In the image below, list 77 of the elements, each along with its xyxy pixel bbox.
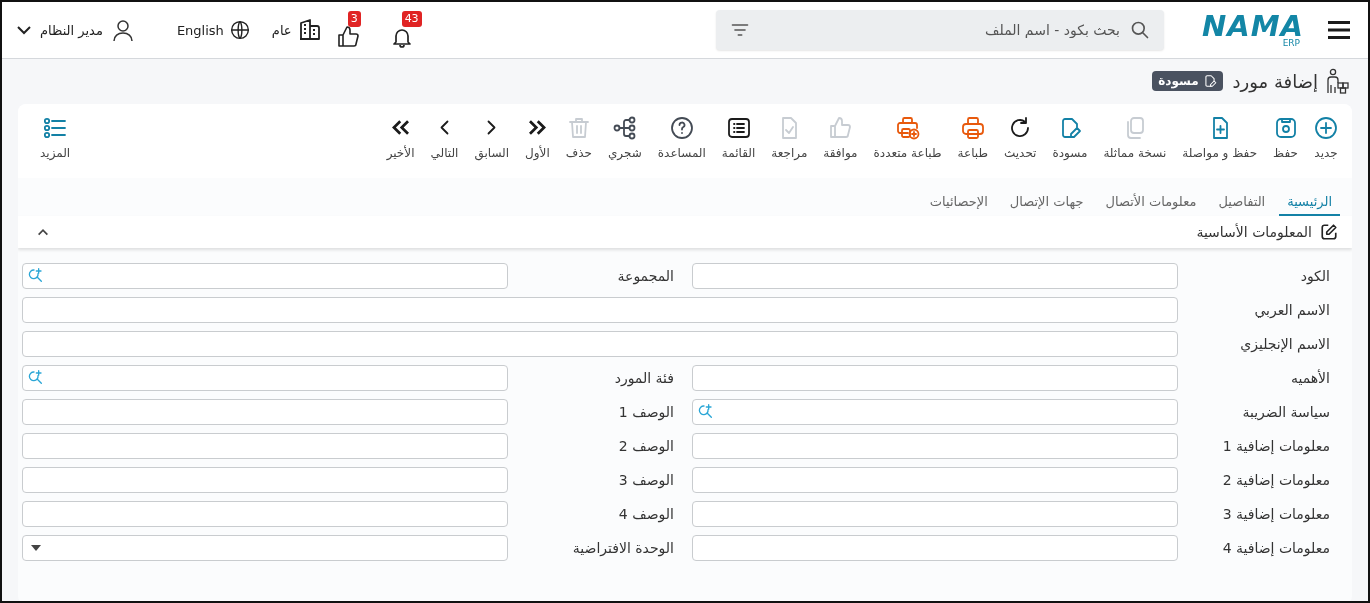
input-field[interactable]: [692, 535, 1178, 561]
field-label: معلومات إضافية 4: [1221, 540, 1331, 556]
user-name[interactable]: مدير النظام: [40, 22, 103, 38]
input-field[interactable]: [22, 399, 508, 425]
search-field[interactable]: بحث بكود - اسم الملف: [715, 10, 1164, 50]
toolbar-button[interactable]: حفظ و مواصلة: [1174, 116, 1266, 160]
logo: NAMA ERP: [1201, 12, 1304, 48]
input-field[interactable]: [22, 501, 508, 527]
supplier-icon: [1324, 68, 1350, 94]
field-label: فئة المورد: [613, 370, 675, 386]
field-label: الوصف 1: [617, 404, 675, 420]
field-label: الأهميه: [1289, 370, 1331, 386]
field-label: الاسم الإنجليزي: [1239, 336, 1331, 352]
file-pencil-icon: [1202, 74, 1217, 88]
field-label: المجموعة: [616, 268, 675, 284]
toolbar-button[interactable]: طباعة: [949, 116, 996, 160]
toolbar-button[interactable]: جديد: [1306, 116, 1346, 160]
company-name[interactable]: عام: [271, 22, 292, 38]
input-field[interactable]: [22, 331, 1178, 357]
search-plus-icon[interactable]: [28, 370, 44, 386]
toolbar-button[interactable]: السابق: [466, 116, 518, 160]
toolbar-button[interactable]: تحديث: [995, 116, 1045, 160]
trash-icon: [566, 116, 591, 140]
section-title: المعلومات الأساسية: [1196, 224, 1312, 240]
toolbar-button[interactable]: شجري: [599, 116, 650, 160]
toolbar-button[interactable]: المساعدة: [649, 116, 714, 160]
input-field[interactable]: [22, 433, 508, 459]
toolbar-button[interactable]: الأخير: [378, 116, 423, 160]
input-field[interactable]: [22, 365, 508, 391]
search-plus-icon[interactable]: [28, 268, 44, 284]
field-label: الوصف 2: [617, 438, 675, 454]
language-link[interactable]: English: [176, 22, 224, 38]
field-label: الوصف 4: [617, 506, 675, 522]
toolbar-button[interactable]: طباعة متعددة: [865, 116, 950, 160]
notification-count: 43: [401, 11, 422, 27]
field-label: سياسة الضريبة: [1241, 404, 1331, 420]
search-plus-icon[interactable]: [698, 404, 714, 420]
globe-icon[interactable]: [229, 20, 250, 40]
toolbar-button[interactable]: التالي: [422, 116, 467, 160]
like-count: 3: [347, 11, 361, 27]
building-icon[interactable]: [297, 18, 322, 42]
menu-icon[interactable]: [1328, 21, 1350, 39]
input-field[interactable]: [22, 263, 508, 289]
field-label: الكود: [1299, 268, 1331, 284]
field-label: معلومات إضافية 3: [1221, 506, 1331, 522]
toolbar-button[interactable]: الأول: [517, 116, 558, 160]
toolbar-button[interactable]: القائمة: [713, 116, 764, 160]
field-label: الاسم العربي: [1253, 302, 1331, 318]
input-field[interactable]: [692, 467, 1178, 493]
dropdown-caret-icon[interactable]: [31, 545, 41, 551]
input-field[interactable]: [692, 433, 1178, 459]
thumbs-up-icon[interactable]: [335, 25, 360, 49]
input-field[interactable]: [692, 501, 1178, 527]
input-field[interactable]: [692, 263, 1178, 289]
search-icon: [1129, 20, 1150, 40]
tab[interactable]: الإحصائيات: [921, 190, 996, 216]
page-title: إضافة مورد: [1232, 70, 1318, 92]
user-icon[interactable]: [110, 18, 135, 42]
field-label: الوحدة الافتراضية: [571, 540, 675, 556]
search-input[interactable]: بحث بكود - اسم الملف: [757, 21, 1122, 39]
input-field[interactable]: [692, 365, 1178, 391]
tab[interactable]: معلومات الأتصال: [1097, 190, 1205, 216]
field-label: معلومات إضافية 1: [1221, 438, 1331, 454]
more-button[interactable]: المزيد: [32, 116, 79, 160]
thumbs-up-icon: [828, 116, 853, 140]
field-label: الوصف 3: [617, 472, 675, 488]
input-field[interactable]: [22, 297, 1178, 323]
tab[interactable]: التفاصيل: [1210, 190, 1274, 216]
edit-icon: [1320, 223, 1338, 241]
input-field[interactable]: [22, 535, 508, 561]
tab[interactable]: جهات الإتصال: [1001, 190, 1092, 216]
toolbar-button[interactable]: مسودة: [1044, 116, 1096, 160]
input-field[interactable]: [692, 399, 1178, 425]
status-badge: مسودة: [1152, 71, 1223, 91]
field-label: معلومات إضافية 2: [1221, 472, 1331, 488]
input-field[interactable]: [22, 467, 508, 493]
toolbar-button[interactable]: حفظ: [1265, 116, 1306, 160]
